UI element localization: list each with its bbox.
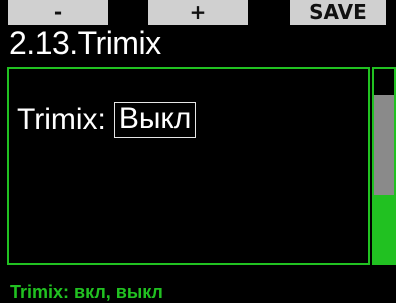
trimix-setting-row: Trimix: Выкл [17, 102, 197, 138]
scrollbar-track-top [374, 69, 394, 95]
scrollbar[interactable] [372, 67, 396, 265]
settings-panel: Trimix: Выкл [7, 67, 370, 265]
save-softkey[interactable]: SAVE [290, 0, 386, 25]
plus-softkey[interactable]: + [148, 0, 248, 25]
scrollbar-thumb[interactable] [374, 95, 394, 195]
minus-softkey[interactable]: - [8, 0, 108, 25]
page-title: 2.13.Trimix [9, 25, 161, 61]
scrollbar-indicator [374, 195, 394, 263]
trimix-label: Trimix: [17, 103, 106, 136]
trimix-value-selector[interactable]: Выкл [113, 102, 197, 138]
help-hint: Trimix: вкл, выкл [10, 282, 163, 302]
